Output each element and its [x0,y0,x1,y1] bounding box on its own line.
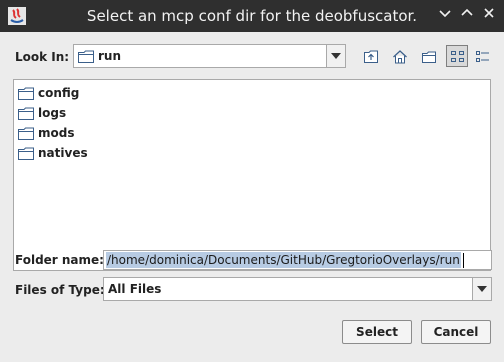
folder-name-input[interactable]: /home/dominica/Documents/GitHub/Gregtori… [103,250,492,270]
folder-name-value: /home/dominica/Documents/GitHub/Gregtori… [106,252,461,268]
list-view-button[interactable] [446,45,468,67]
minimize-button[interactable] [436,6,454,24]
folder-icon [18,87,34,100]
folder-icon [18,147,34,160]
home-icon [393,50,407,64]
file-name: config [38,86,80,100]
new-folder-icon [422,51,436,63]
files-of-type-combo[interactable]: All Files [103,277,492,301]
chevron-down-icon [439,10,451,18]
files-of-type-value: All Files [108,282,162,296]
new-folder-button[interactable] [417,45,439,67]
title-bar: Select an mcp conf dir for the deobfusca… [0,0,504,32]
details-view-button[interactable] [471,45,493,67]
text-caret [463,253,464,268]
files-of-type-dropdown-arrow[interactable] [472,278,491,300]
triangle-down-icon [331,53,341,59]
file-name: mods [38,126,75,140]
details-view-icon [476,51,489,62]
look-in-value: run [98,49,122,63]
folder-name-label: Folder name: [15,253,104,267]
file-name: natives [38,146,88,160]
select-button[interactable]: Select [342,320,412,344]
list-view-icon [451,51,464,62]
folder-icon [18,107,34,120]
home-button[interactable] [388,45,410,67]
chevron-up-icon [461,8,473,16]
folder-icon [18,127,34,140]
cancel-button[interactable]: Cancel [421,320,491,344]
file-list[interactable]: config logs mods natives [13,79,491,271]
window-title: Select an mcp conf dir for the deobfusca… [86,7,418,25]
maximize-button[interactable] [458,6,476,24]
folder-icon [78,50,94,63]
up-one-level-button[interactable] [359,45,381,67]
close-button[interactable] [480,6,498,24]
look-in-label: Look In: [15,50,70,64]
file-name: logs [38,106,67,120]
triangle-down-icon [477,286,487,292]
dialog-content: Look In: run config logs mods natives Fo… [0,32,504,362]
look-in-combo[interactable]: run [73,44,346,68]
folder-up-icon [364,50,378,63]
look-in-dropdown-arrow[interactable] [326,45,345,67]
files-of-type-label: Files of Type: [15,283,105,297]
close-icon [484,8,494,18]
